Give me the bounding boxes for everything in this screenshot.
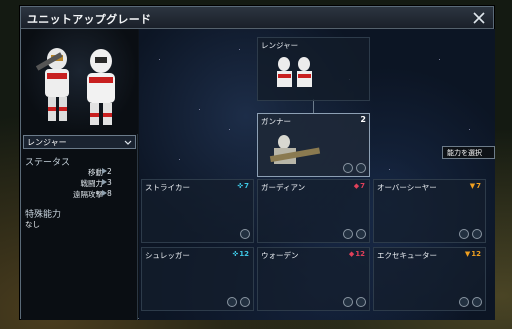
close-button[interactable] <box>471 10 487 26</box>
unit-info-panel: レンジャー ステータス 移動 2 戦闘力 3 遠隔攻撃 8 特殊能力 なし <box>21 29 138 320</box>
card-actions <box>343 163 366 173</box>
card-name: ガーディアン <box>261 183 306 192</box>
stat-value-move: 2 <box>107 167 112 176</box>
affinity-icon: ◆ <box>353 182 360 190</box>
affinity-icon: ✜ <box>237 182 244 190</box>
ability-icon[interactable] <box>343 229 353 239</box>
ability-icon[interactable] <box>356 297 366 307</box>
card-actions <box>459 297 482 307</box>
upgrade-card-executor[interactable]: エクセキューター ▼12 <box>373 247 486 311</box>
ability-icon[interactable] <box>343 297 353 307</box>
affinity-icon: ▼ <box>469 182 476 190</box>
affinity-icon: ◆ <box>348 250 355 258</box>
upgrade-card-guardian[interactable]: ガーディアン ◆7 <box>257 179 370 243</box>
card-cost: ▼7 <box>469 182 481 190</box>
ability-icon[interactable] <box>459 297 469 307</box>
ability-slot-1-icon[interactable] <box>343 163 353 173</box>
card-cost: ◆7 <box>353 182 365 190</box>
card-name: ウォーデン <box>261 251 299 260</box>
card-name: ガンナー <box>261 117 291 126</box>
upgrade-card-striker[interactable]: ストライカー ✜7 <box>141 179 254 243</box>
card-actions <box>227 297 250 307</box>
ability-icon[interactable] <box>240 297 250 307</box>
affinity-icon: ✜ <box>232 250 239 258</box>
dialog-titlebar: ユニットアップグレード <box>21 7 493 29</box>
dialog-title: ユニットアップグレード <box>27 13 152 26</box>
stat-value-ranged: 8 <box>107 189 112 198</box>
upgrade-card-ranger[interactable]: レンジャー <box>257 37 370 101</box>
ability-icon[interactable] <box>356 229 366 239</box>
select-ability-tooltip: 能力を選択 <box>442 146 495 159</box>
ability-slot-2-icon[interactable] <box>356 163 366 173</box>
card-name: レンジャー <box>261 41 299 50</box>
affinity-icon: ▼ <box>464 250 471 258</box>
ranger-image <box>277 57 312 87</box>
card-name: オーバーシーヤー <box>377 183 437 192</box>
card-cost: ◆12 <box>348 250 365 258</box>
upgrade-card-gunner[interactable]: ガンナー 2 <box>257 113 370 177</box>
card-name: ストライカー <box>145 183 190 192</box>
upgrade-card-shredder[interactable]: シュレッガー ✜12 <box>141 247 254 311</box>
unit-select-dropdown[interactable]: レンジャー <box>23 135 136 149</box>
card-actions <box>343 229 366 239</box>
stat-label-move: 移動 <box>88 168 103 177</box>
unit-upgrade-dialog: ユニットアップグレード レンジャー ステータス 移動 2 戦闘力 3 遠隔攻撃 … <box>20 6 495 320</box>
upgrade-tree: レンジャー ガンナー 2 能力を選択 ストライカー ✜7 ガーディアン ◆7 オ… <box>139 29 495 320</box>
ability-icon[interactable] <box>227 297 237 307</box>
chevron-down-icon <box>124 140 132 145</box>
card-cost: ▼12 <box>464 250 481 258</box>
card-cost: ✜12 <box>232 250 249 258</box>
abilities-value: なし <box>25 220 40 229</box>
card-actions <box>240 229 250 239</box>
card-name: シュレッガー <box>145 251 190 260</box>
card-cost: 2 <box>360 115 366 124</box>
ability-icon[interactable] <box>472 229 482 239</box>
close-icon <box>473 12 485 24</box>
screen: ユニットアップグレード レンジャー ステータス 移動 2 戦闘力 3 遠隔攻撃 … <box>0 0 512 329</box>
soldier-portrait-image <box>35 48 115 125</box>
unit-portrait <box>21 29 138 134</box>
upgrade-card-warden[interactable]: ウォーデン ◆12 <box>257 247 370 311</box>
card-name: エクセキューター <box>377 251 437 260</box>
card-actions <box>459 229 482 239</box>
stat-label-strength: 戦闘力 <box>80 179 104 188</box>
card-cost: ✜7 <box>237 182 249 190</box>
tree-connector <box>313 99 314 113</box>
ability-icon[interactable] <box>472 297 482 307</box>
ability-icon[interactable] <box>240 229 250 239</box>
card-actions <box>343 297 366 307</box>
stat-value-strength: 3 <box>107 178 112 187</box>
ability-icon[interactable] <box>459 229 469 239</box>
stat-label-ranged: 遠隔攻撃 <box>73 190 103 199</box>
upgrade-card-overseer[interactable]: オーバーシーヤー ▼7 <box>373 179 486 243</box>
selected-unit-label: レンジャー <box>27 138 67 147</box>
